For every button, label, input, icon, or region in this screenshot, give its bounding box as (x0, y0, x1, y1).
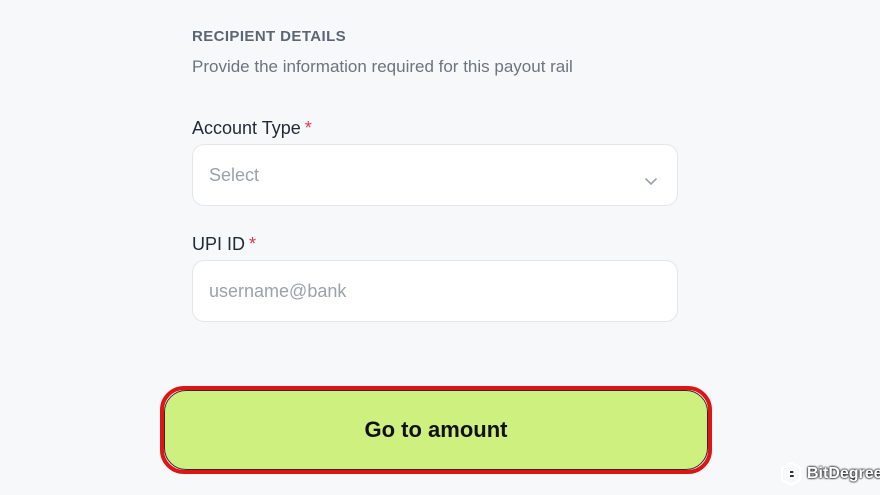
chevron-down-icon (645, 170, 657, 185)
required-mark: * (304, 118, 312, 138)
section-title: RECIPIENT DETAILS (192, 28, 347, 45)
account-type-select[interactable]: Select (192, 144, 678, 206)
upi-id-label-text: UPI ID (192, 234, 246, 254)
watermark-text: BitDegree (807, 465, 880, 482)
section-subtitle: Provide the information required for thi… (192, 57, 573, 76)
account-type-label-text: Account Type (192, 118, 301, 138)
bitdegree-logo-icon (780, 462, 802, 486)
go-to-amount-button[interactable]: Go to amount (164, 390, 708, 470)
required-mark: * (249, 234, 257, 254)
watermark: BitDegree (780, 462, 880, 486)
go-to-amount-label: Go to amount (364, 417, 508, 442)
upi-id-input[interactable]: username@bank (192, 260, 678, 322)
upi-id-label: UPI ID * (192, 234, 256, 255)
account-type-label: Account Type * (192, 118, 312, 139)
upi-id-placeholder: username@bank (209, 280, 347, 301)
account-type-placeholder: Select (209, 164, 260, 185)
